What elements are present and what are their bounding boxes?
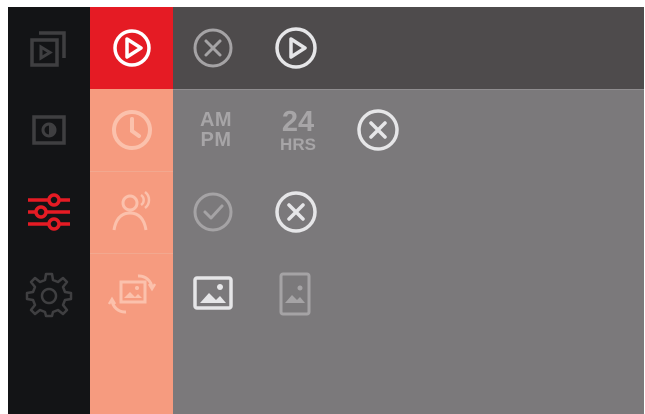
option-landscape[interactable]: [183, 264, 243, 324]
option-motion-on[interactable]: [183, 182, 243, 242]
play-circle-icon: [112, 29, 151, 67]
option-slideshow-off[interactable]: [183, 18, 243, 78]
landscape-image-icon: [193, 276, 233, 310]
hours-number: 24: [281, 105, 315, 138]
portrait-image-icon: [279, 272, 311, 316]
pm-label: PM: [200, 129, 232, 151]
option-portrait[interactable]: [265, 264, 325, 324]
nav-slideshow[interactable]: [8, 7, 90, 89]
nav-display[interactable]: [8, 89, 90, 171]
option-clock-off[interactable]: [348, 100, 408, 160]
options-row-active: [173, 7, 644, 90]
rotate-image-icon: [107, 274, 156, 314]
hours-label: HRS: [280, 134, 316, 154]
brightness-icon: [32, 115, 66, 145]
close-circle-icon: [193, 28, 233, 68]
slideshow-icon: [30, 31, 66, 67]
play-circle-icon: [275, 27, 317, 69]
option-slideshow-on[interactable]: [266, 18, 326, 78]
close-circle-icon: [357, 109, 399, 151]
options-panel: AM PM 24 HRS: [173, 7, 644, 414]
submenu-column: [90, 7, 173, 414]
option-motion-off[interactable]: [266, 182, 326, 242]
submenu-auto-rotate[interactable]: [90, 253, 173, 335]
motion-sensor-icon: [112, 191, 150, 231]
submenu-slideshow-play[interactable]: [90, 7, 173, 89]
clock-icon: [111, 110, 152, 150]
close-circle-icon: [275, 191, 317, 233]
settings-screen: AM PM 24 HRS: [8, 7, 644, 414]
am-label: AM: [199, 109, 233, 131]
main-nav-rail: [8, 7, 90, 414]
nav-settings-sliders[interactable]: [8, 171, 90, 253]
sliders-icon: [28, 193, 70, 231]
option-24-hour[interactable]: 24 HRS: [268, 100, 328, 160]
option-12-hour[interactable]: AM PM: [186, 100, 246, 160]
nav-gear[interactable]: [8, 253, 90, 335]
submenu-motion-sensor[interactable]: [90, 171, 173, 253]
gear-icon: [25, 272, 73, 318]
submenu-timer[interactable]: [90, 89, 173, 171]
check-circle-icon: [193, 192, 233, 232]
